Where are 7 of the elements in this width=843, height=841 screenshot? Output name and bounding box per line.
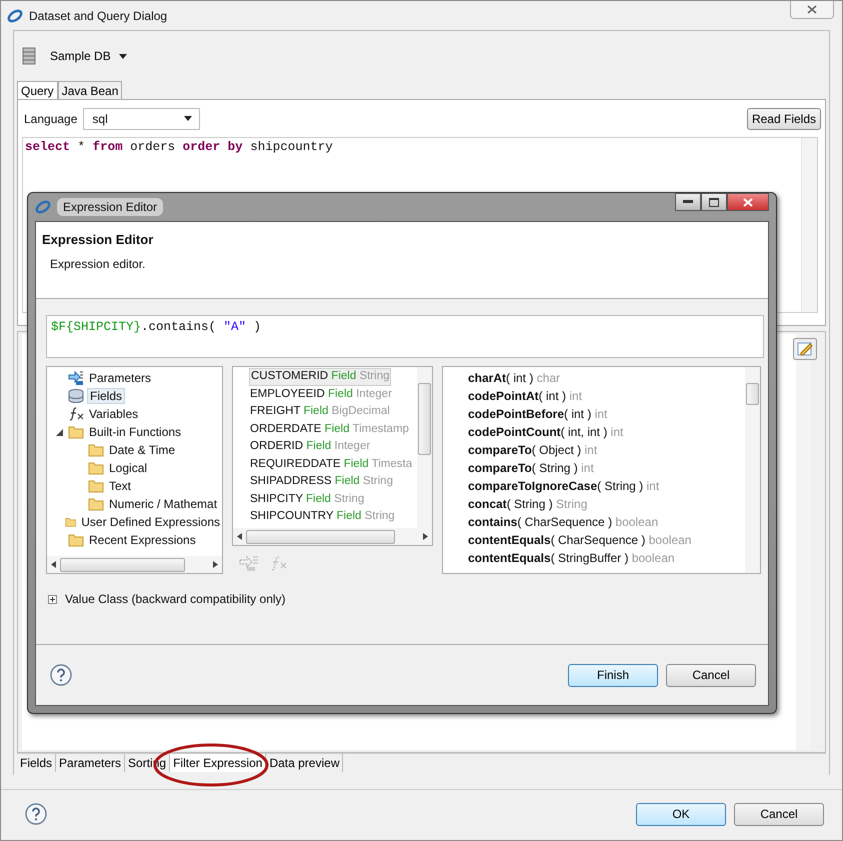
query-text: select * from orders order by shipcountry <box>24 139 334 156</box>
value-class-label: Value Class (backward compatibility only) <box>65 592 286 606</box>
window-title: Expression Editor <box>57 198 164 216</box>
dialog-heading: Expression Editor <box>42 232 154 247</box>
dialog-description: Expression editor. <box>49 257 146 271</box>
window-title: Dataset and Query Dialog <box>29 8 168 22</box>
language-label: Language <box>24 112 78 126</box>
